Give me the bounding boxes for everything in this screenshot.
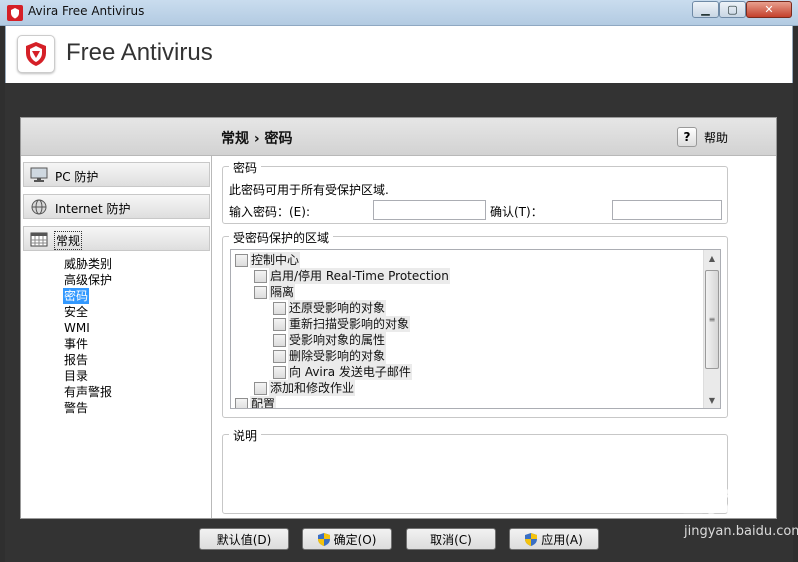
calendar-icon bbox=[30, 232, 48, 247]
tree-item-label: 重新扫描受影响的对象 bbox=[288, 316, 411, 332]
breadcrumb: 常规 › 密码 bbox=[221, 131, 293, 147]
tree-item-label: 向 Avira 发送电子邮件 bbox=[288, 364, 412, 380]
ok-button-label: 确定(O) bbox=[333, 532, 377, 547]
tree-item-label: 配置 bbox=[250, 396, 277, 408]
avira-logo bbox=[17, 35, 55, 73]
baidu-watermark: Bai 经验 jingyan.baidu.com bbox=[612, 476, 798, 556]
enter-password-label: 输入密码：(E): bbox=[229, 205, 310, 219]
close-button[interactable]: ✕ bbox=[746, 1, 792, 18]
app-header: Free Antivirus bbox=[5, 26, 793, 83]
help-link[interactable]: 帮助 bbox=[704, 129, 728, 146]
checkbox[interactable] bbox=[273, 317, 286, 331]
description-legend: 说明 bbox=[229, 427, 262, 444]
enter-password-field[interactable] bbox=[373, 200, 486, 220]
tree-item-label: 删除受影响的对象 bbox=[288, 348, 387, 364]
tree-item-add-modify-jobs[interactable]: 添加和修改作业 bbox=[254, 380, 356, 396]
tree-item-label: 启用/停用 Real-Time Protection bbox=[269, 268, 450, 284]
nav-subitem-advanced-protection[interactable]: 高级保护 bbox=[63, 272, 113, 288]
checkbox[interactable] bbox=[254, 381, 267, 395]
nav-category-general[interactable]: 常规 bbox=[23, 226, 210, 251]
help-icon[interactable]: ? bbox=[677, 127, 697, 147]
maximize-icon: ▢ bbox=[727, 3, 738, 16]
password-group-legend: 密码 bbox=[229, 159, 262, 176]
ok-button[interactable]: 确定(O) bbox=[302, 528, 392, 550]
apply-button[interactable]: 应用(A) bbox=[509, 528, 599, 550]
nav-category-label: Internet 防护 bbox=[55, 202, 131, 216]
tree-item-quarantine[interactable]: 隔离 bbox=[254, 284, 296, 300]
checkbox[interactable] bbox=[273, 333, 286, 347]
nav-subitem-directories[interactable]: 目录 bbox=[63, 368, 113, 384]
tree-item-label: 还原受影响的对象 bbox=[288, 300, 387, 316]
settings-content: 密码 此密码可用于所有受保护区域. 输入密码：(E): 确认(T)： 受密码保护… bbox=[221, 156, 768, 516]
maximize-button[interactable]: ▢ bbox=[719, 1, 746, 18]
nav-subitem-events[interactable]: 事件 bbox=[63, 336, 113, 352]
nav-category-label: 常规 bbox=[54, 231, 83, 250]
checkbox[interactable] bbox=[235, 397, 248, 408]
minimize-button[interactable]: ▁ bbox=[692, 1, 719, 18]
scroll-down-icon[interactable]: ▼ bbox=[704, 392, 720, 408]
nav-category-label: PC 防护 bbox=[55, 170, 99, 184]
uac-shield-icon bbox=[525, 532, 538, 546]
apply-button-label: 应用(A) bbox=[541, 532, 583, 547]
watermark-logo: Bai 经验 bbox=[614, 485, 736, 518]
nav-category-pc-protection[interactable]: PC 防护 bbox=[23, 162, 210, 187]
defaults-button-label: 默认值(D) bbox=[216, 532, 272, 547]
window-title: Avira Free Antivirus bbox=[28, 4, 145, 18]
nav-category-internet-protection[interactable]: Internet 防护 bbox=[23, 194, 210, 219]
tree-scrollbar[interactable]: ▲ ≡ ▼ bbox=[703, 250, 720, 408]
tree-item-label: 添加和修改作业 bbox=[269, 380, 356, 396]
defaults-button[interactable]: 默认值(D) bbox=[199, 528, 289, 550]
monitor-icon bbox=[30, 167, 48, 182]
checkbox[interactable] bbox=[254, 285, 267, 299]
nav-subitem-security[interactable]: 安全 bbox=[63, 304, 113, 320]
tree-item-configuration[interactable]: 配置 bbox=[235, 396, 277, 408]
product-title: Free Antivirus bbox=[66, 39, 213, 66]
scrollbar-thumb[interactable]: ≡ bbox=[705, 270, 719, 369]
uac-shield-icon bbox=[317, 532, 330, 546]
minimize-icon: ▁ bbox=[701, 3, 710, 16]
watermark-url: jingyan.baidu.com bbox=[684, 524, 798, 539]
password-description: 此密码可用于所有受保护区域. bbox=[229, 183, 389, 197]
general-subitems: 威胁类别 高级保护 密码 安全 WMI 事件 报告 目录 有声警报 警告 bbox=[63, 256, 113, 416]
settings-panel: 常规 › 密码 ? 帮助 PC 防护 Internet 防护 常规 威胁类别 高… bbox=[20, 117, 777, 519]
checkbox[interactable] bbox=[254, 269, 267, 283]
tree-item-realtime-protection[interactable]: 启用/停用 Real-Time Protection bbox=[254, 268, 450, 284]
tree-item-delete-objects[interactable]: 删除受影响的对象 bbox=[273, 348, 387, 364]
checkbox[interactable] bbox=[273, 349, 286, 363]
scroll-up-icon[interactable]: ▲ bbox=[704, 250, 720, 266]
tree-item-object-properties[interactable]: 受影响对象的属性 bbox=[273, 332, 387, 348]
nav-subitem-password[interactable]: 密码 bbox=[63, 288, 90, 304]
tree-item-restore-objects[interactable]: 还原受影响的对象 bbox=[273, 300, 387, 316]
checkbox[interactable] bbox=[273, 365, 286, 379]
tree-item-send-email[interactable]: 向 Avira 发送电子邮件 bbox=[273, 364, 412, 380]
close-icon: ✕ bbox=[764, 3, 774, 16]
protected-areas-group: 受密码保护的区域 控制中心 启用/停用 Real-Time Protection… bbox=[222, 229, 728, 418]
confirm-password-field[interactable] bbox=[612, 200, 722, 220]
tree-item-label: 控制中心 bbox=[250, 252, 301, 268]
panel-header: 常规 › 密码 ? 帮助 bbox=[21, 118, 776, 156]
nav-subitem-warnings[interactable]: 警告 bbox=[63, 400, 113, 416]
tree-item-rescan-objects[interactable]: 重新扫描受影响的对象 bbox=[273, 316, 411, 332]
nav-subitem-acoustic-alerts[interactable]: 有声警报 bbox=[63, 384, 113, 400]
checkbox[interactable] bbox=[235, 253, 248, 267]
confirm-password-label: 确认(T)： bbox=[490, 205, 543, 219]
nav-subitem-wmi[interactable]: WMI bbox=[63, 320, 113, 336]
checkbox[interactable] bbox=[273, 301, 286, 315]
left-navigation: PC 防护 Internet 防护 常规 威胁类别 高级保护 密码 安全 WMI… bbox=[21, 156, 212, 518]
avira-shield-logo bbox=[26, 42, 46, 66]
password-group: 密码 此密码可用于所有受保护区域. 输入密码：(E): 确认(T)： bbox=[222, 159, 728, 224]
cancel-button-label: 取消(C) bbox=[430, 532, 472, 547]
nav-subitem-threat-categories[interactable]: 威胁类别 bbox=[63, 256, 113, 272]
nav-subitem-reports[interactable]: 报告 bbox=[63, 352, 113, 368]
tree-item-label: 受影响对象的属性 bbox=[288, 332, 387, 348]
tree-item-control-center[interactable]: 控制中心 bbox=[235, 252, 301, 268]
tree-item-label: 隔离 bbox=[269, 284, 296, 300]
avira-app-icon bbox=[7, 5, 23, 21]
protected-areas-legend: 受密码保护的区域 bbox=[229, 229, 334, 246]
title-bar: Avira Free Antivirus ▁ ▢ ✕ bbox=[0, 0, 798, 26]
protected-areas-tree: 控制中心 启用/停用 Real-Time Protection 隔离 还原受影响… bbox=[230, 249, 721, 409]
globe-icon bbox=[31, 199, 47, 215]
cancel-button[interactable]: 取消(C) bbox=[406, 528, 496, 550]
